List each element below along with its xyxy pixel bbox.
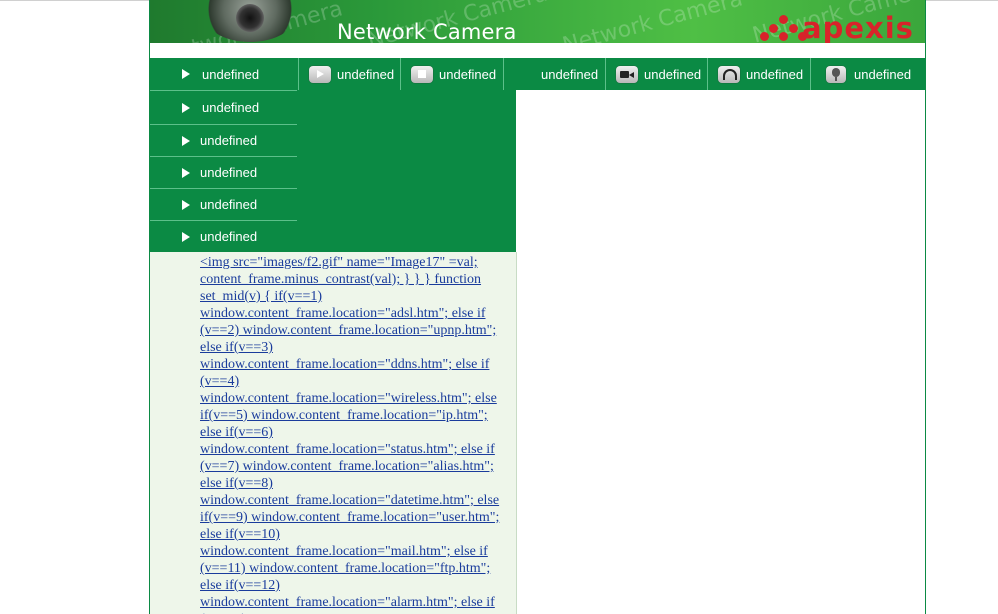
top-nav: undefined undefined undefined undefined … [150,58,925,90]
play-arrow-icon [182,167,190,178]
nav-label: undefined [337,66,395,82]
nav-label: undefined [202,66,260,82]
header-banner: Network Camera Network Camera Network Ca… [150,0,925,43]
sidebar-item-4[interactable]: undefined [150,188,297,220]
nav-label: undefined [541,66,599,82]
sidebar-item-1[interactable]: undefined [150,90,297,124]
play-button-icon [309,65,331,83]
green-panel [298,90,516,252]
camera-icon [616,65,638,83]
sidebar-item-label: undefined [200,165,258,180]
watermark-text: Network Camera [559,0,746,43]
logo-dots-icon [760,15,807,41]
header-spacer [150,43,925,58]
nav-label: undefined [854,66,912,82]
code-panel: <img src="images/f2.gif" name="Image17" … [150,252,517,614]
sidebar: undefined undefined undefined undefined … [150,90,298,252]
nav-label: undefined [644,66,702,82]
source-code-link[interactable]: <img src="images/f2.gif" name="Image17" … [200,254,512,614]
play-arrow-icon [182,102,190,113]
sidebar-item-label: undefined [200,229,258,244]
page-frame: Network Camera Network Camera Network Ca… [149,0,926,614]
camera-lens [236,4,264,32]
stop-button-icon [411,65,433,83]
headset-icon [718,65,740,83]
play-arrow-icon [182,135,190,146]
nav-item-play[interactable]: undefined [298,58,400,90]
apexis-logo: apexis [760,11,914,43]
nav-label: undefined [746,66,804,82]
play-arrow-icon [182,231,190,242]
nav-item-talk[interactable]: undefined [810,58,925,90]
sidebar-item-2[interactable]: undefined [150,124,297,156]
play-arrow-icon [182,69,190,79]
nav-item-1[interactable]: undefined [150,58,298,90]
sidebar-item-label: undefined [200,133,258,148]
play-arrow-icon [182,199,190,210]
sidebar-item-label: undefined [202,100,260,115]
sidebar-item-3[interactable]: undefined [150,156,297,188]
logo-text: apexis [802,11,914,43]
nav-label: undefined [439,66,497,82]
page-title: Network Camera [337,20,517,43]
sidebar-item-label: undefined [200,197,258,212]
sidebar-item-5[interactable]: undefined [150,220,297,252]
nav-item-4[interactable]: undefined [503,58,605,90]
microphone-icon [826,65,846,83]
nav-item-stop[interactable]: undefined [400,58,503,90]
nav-item-record[interactable]: undefined [605,58,707,90]
nav-item-audio[interactable]: undefined [707,58,810,90]
